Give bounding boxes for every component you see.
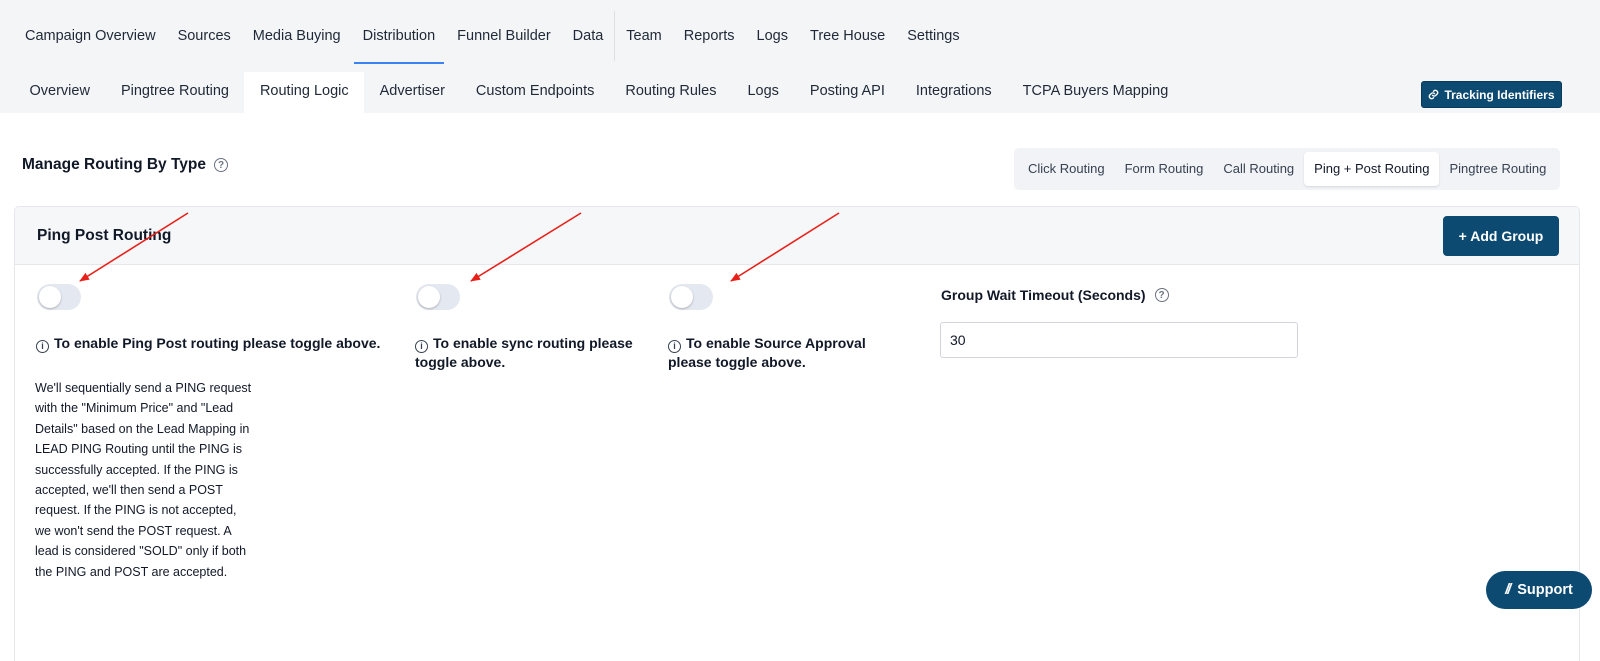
sync-routing-note-text: To enable sync routing please toggle abo…	[415, 335, 633, 370]
info-icon: i	[668, 340, 681, 353]
tab-click-routing[interactable]: Click Routing	[1018, 152, 1115, 186]
nav-tree-house[interactable]: Tree House	[799, 0, 896, 64]
tab-posting-api[interactable]: Posting API	[794, 72, 900, 113]
toggle-knob	[39, 286, 61, 308]
tracking-identifiers-button[interactable]: Tracking Identifiers	[1421, 81, 1562, 108]
nav-funnel-builder[interactable]: Funnel Builder	[446, 0, 562, 64]
tab-tcpa-buyers-mapping[interactable]: TCPA Buyers Mapping	[1007, 72, 1184, 113]
ping-post-description: We'll sequentially send a PING request w…	[35, 381, 252, 579]
main-nav: Campaign Overview Sources Media Buying D…	[0, 0, 971, 64]
nav-team[interactable]: Team	[615, 0, 672, 64]
manage-routing-heading: Manage Routing By Type ?	[22, 156, 229, 174]
add-group-button[interactable]: + Add Group	[1443, 216, 1559, 256]
nav-sources[interactable]: Sources	[167, 0, 242, 64]
help-icon[interactable]: ?	[1154, 288, 1169, 302]
tab-overview[interactable]: Overview	[14, 72, 105, 113]
tab-routing-rules[interactable]: Routing Rules	[610, 72, 732, 113]
tab-form-routing[interactable]: Form Routing	[1115, 152, 1214, 186]
group-wait-timeout-text: Group Wait Timeout (Seconds)	[941, 287, 1146, 303]
source-approval-toggle[interactable]	[669, 284, 713, 310]
link-icon	[1429, 89, 1439, 100]
tab-logs[interactable]: Logs	[732, 72, 794, 113]
info-icon: i	[36, 340, 49, 353]
tab-custom-endpoints[interactable]: Custom Endpoints	[460, 72, 609, 113]
tab-integrations[interactable]: Integrations	[900, 72, 1007, 113]
card-header: Ping Post Routing + Add Group	[15, 207, 1579, 265]
support-button[interactable]: // Support	[1486, 571, 1592, 609]
nav-settings[interactable]: Settings	[896, 0, 970, 64]
tab-advertiser[interactable]: Advertiser	[364, 72, 460, 113]
sync-routing-note: i To enable sync routing please toggle ab…	[415, 334, 640, 372]
tab-pingtree-routing-type[interactable]: Pingtree Routing	[1439, 152, 1556, 186]
nav-media-buying[interactable]: Media Buying	[242, 0, 352, 64]
support-icon: //	[1505, 582, 1511, 598]
support-label: Support	[1517, 582, 1573, 598]
card-title: Ping Post Routing	[37, 227, 172, 244]
ping-post-note: i To enable Ping Post routing please togg…	[36, 334, 386, 353]
tab-call-routing[interactable]: Call Routing	[1213, 152, 1304, 186]
manage-routing-title: Manage Routing By Type	[22, 156, 207, 173]
info-icon: i	[415, 340, 428, 353]
nav-campaign-overview[interactable]: Campaign Overview	[14, 0, 167, 64]
toggle-knob	[671, 286, 693, 308]
sub-nav: Overview Pingtree Routing Routing Logic …	[14, 72, 1184, 113]
group-wait-timeout-input[interactable]	[940, 322, 1298, 358]
tab-routing-logic[interactable]: Routing Logic	[244, 72, 365, 113]
source-approval-note-text: To enable Source Approval please toggle …	[668, 335, 866, 370]
group-wait-timeout-label: Group Wait Timeout (Seconds) ?	[941, 287, 1169, 303]
toggle-knob	[418, 286, 440, 308]
nav-reports[interactable]: Reports	[673, 0, 746, 64]
ping-post-note-text: To enable Ping Post routing please toggl…	[54, 335, 381, 351]
source-approval-note: i To enable Source Approval please toggle…	[668, 334, 883, 372]
tab-pingtree-routing[interactable]: Pingtree Routing	[105, 72, 244, 113]
nav-data[interactable]: Data	[562, 0, 615, 64]
tracking-identifiers-label: Tracking Identifiers	[1444, 87, 1555, 102]
tab-ping-post-routing[interactable]: Ping + Post Routing	[1304, 152, 1440, 186]
help-icon[interactable]: ?	[214, 158, 229, 172]
routing-type-tabs: Click Routing Form Routing Call Routing …	[1014, 148, 1561, 190]
nav-distribution[interactable]: Distribution	[352, 0, 447, 64]
ping-post-toggle[interactable]	[37, 284, 81, 310]
sync-routing-toggle[interactable]	[416, 284, 460, 310]
top-navigation-area: Campaign Overview Sources Media Buying D…	[0, 0, 1600, 113]
nav-logs[interactable]: Logs	[746, 0, 799, 64]
